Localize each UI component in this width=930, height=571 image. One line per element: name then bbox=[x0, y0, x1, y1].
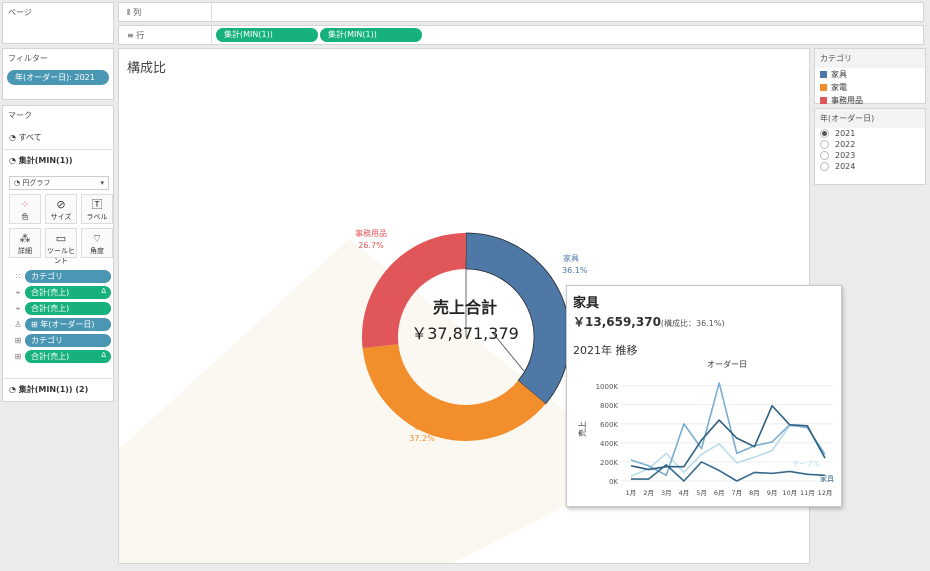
slice-pct-electronics: 37.2% bbox=[409, 434, 435, 443]
filters-title: フィルター bbox=[8, 54, 48, 63]
trend-chart-title: オーダー日 bbox=[707, 359, 747, 369]
rows-shelf[interactable]: ≡ 行 集計(MIN(1)) 集計(MIN(1)) bbox=[118, 25, 924, 45]
radio-selected-icon bbox=[820, 129, 829, 138]
tooltip: 家具 ￥13,659,370(構成比：36.1%) 2021年 推移 オーダー日… bbox=[566, 285, 842, 507]
radio-icon bbox=[820, 140, 829, 149]
marks-layer1-tab[interactable]: ◔ 集計(MIN(1)) bbox=[9, 155, 73, 166]
slice-pct-office: 26.7% bbox=[358, 241, 384, 250]
mark-type-select[interactable]: ◔ 円グラフ ▾ bbox=[9, 176, 109, 190]
label-icon: 🅃 bbox=[91, 198, 103, 211]
x-tick-label: 2月 bbox=[643, 489, 654, 497]
angle-icon: ⌔ bbox=[91, 232, 103, 245]
detail-field-icon: ♙ bbox=[14, 320, 22, 329]
trend-line-chart: オーダー日 売上 0K 200K 400K 600K 800K 1000K 1月 2月 3月 4月… bbox=[577, 359, 834, 497]
color-icon: ⁘ bbox=[20, 198, 30, 211]
year-option-2022[interactable]: 2022 bbox=[815, 139, 925, 150]
year-option-2024[interactable]: 2024 bbox=[815, 161, 925, 172]
trend-series-line-1 bbox=[630, 424, 826, 477]
marks-field-category-tooltip[interactable]: ⊞ カテゴリ bbox=[11, 334, 111, 347]
year-filter-title: 年(オーダー日) bbox=[815, 109, 925, 128]
radio-icon bbox=[820, 151, 829, 160]
x-tick-label: 8月 bbox=[749, 489, 760, 497]
filters-shelf[interactable]: フィルター 年(オーダー日): 2021 bbox=[2, 48, 114, 100]
legend-item-furniture[interactable]: 家具 bbox=[815, 68, 925, 81]
tooltip-field-icon: ⊞ bbox=[14, 336, 22, 345]
slice-label-furniture: 家具 bbox=[563, 253, 579, 263]
marks-all-tab[interactable]: ◔ すべて bbox=[9, 132, 42, 143]
columns-icon: ⦀ bbox=[127, 8, 131, 17]
marks-title: マーク bbox=[8, 111, 32, 120]
tooltip-icon: ▭ bbox=[55, 232, 67, 245]
donut-center-value: ￥37,871,379 bbox=[411, 324, 519, 343]
legend-swatch bbox=[820, 71, 827, 78]
mark-label-button[interactable]: 🅃 ラベル bbox=[81, 194, 113, 224]
series-label-table: テーブル bbox=[792, 459, 820, 468]
mark-color-button[interactable]: ⁘ 色 bbox=[9, 194, 41, 224]
legend-item-office[interactable]: 事務用品 bbox=[815, 94, 925, 107]
y-tick-label: 200K bbox=[600, 459, 618, 467]
legend-swatch bbox=[820, 97, 827, 104]
tooltip-field-icon: ⊞ bbox=[14, 352, 22, 361]
year-option-2021[interactable]: 2021 bbox=[815, 128, 925, 139]
category-legend: カテゴリ 家具 家電 事務用品 bbox=[814, 48, 926, 107]
mark-tooltip-button[interactable]: ▭ ツールヒント bbox=[45, 228, 77, 265]
chevron-down-icon: ▾ bbox=[100, 179, 104, 187]
slice-label-electronics: 家電 bbox=[414, 421, 430, 431]
delta-icon: Δ bbox=[101, 351, 106, 359]
marks-card: マーク ◔ すべて ◔ 集計(MIN(1)) ◔ 円グラフ ▾ ⁘ 色 ⊘ サイズ 🅃… bbox=[2, 105, 114, 402]
donut-center-title: 売上合計 bbox=[433, 298, 497, 317]
y-tick-label: 800K bbox=[600, 402, 618, 410]
x-tick-label: 9月 bbox=[767, 489, 778, 497]
x-tick-label: 10月 bbox=[782, 489, 797, 497]
columns-shelf[interactable]: ⦀ 列 bbox=[118, 2, 924, 22]
marks-layer2-tab[interactable]: ◔ 集計(MIN(1)) (2) bbox=[9, 384, 88, 395]
mark-angle-button[interactable]: ⌔ 角度 bbox=[81, 228, 113, 258]
marks-field-category-color[interactable]: ⁙ カテゴリ bbox=[11, 270, 111, 283]
angle-field-icon: ⌖ bbox=[15, 287, 21, 297]
color-field-icon: ⁙ bbox=[14, 272, 22, 281]
year-option-2023[interactable]: 2023 bbox=[815, 150, 925, 161]
filter-pill-year[interactable]: 年(オーダー日): 2021 bbox=[7, 70, 109, 85]
delta-icon: Δ bbox=[101, 287, 106, 295]
size-icon: ⊘ bbox=[56, 198, 66, 211]
trend-y-axis-title: 売上 bbox=[577, 421, 587, 437]
legend-swatch bbox=[820, 84, 827, 91]
y-tick-label: 1000K bbox=[596, 383, 619, 391]
x-tick-label: 1月 bbox=[626, 489, 637, 497]
mark-detail-button[interactable]: ⁂ 詳細 bbox=[9, 228, 41, 258]
radio-icon bbox=[820, 162, 829, 171]
slice-pct-furniture: 36.1% bbox=[562, 266, 588, 275]
marks-field-year-detail[interactable]: ♙ ⊞ 年(オーダー日) bbox=[11, 318, 111, 331]
pages-shelf-title: ページ bbox=[8, 8, 32, 17]
legend-item-electronics[interactable]: 家電 bbox=[815, 81, 925, 94]
x-tick-label: 3月 bbox=[661, 489, 672, 497]
y-tick-label: 0K bbox=[609, 478, 618, 486]
rows-pill-2[interactable]: 集計(MIN(1)) bbox=[320, 28, 422, 42]
detail-icon: ⁂ bbox=[19, 232, 31, 245]
rows-icon: ≡ bbox=[127, 31, 134, 40]
x-tick-label: 11月 bbox=[800, 489, 815, 497]
marks-field-sales-angle[interactable]: ⌖ 合計(売上) Δ bbox=[11, 286, 111, 299]
x-tick-label: 5月 bbox=[696, 489, 707, 497]
size-field-icon: ⌖ bbox=[15, 303, 21, 313]
marks-field-sales-tooltip[interactable]: ⊞ 合計(売上) Δ bbox=[11, 350, 111, 363]
year-filter: 年(オーダー日) 2021 2022 2023 2024 bbox=[814, 108, 926, 185]
mark-size-button[interactable]: ⊘ サイズ bbox=[45, 194, 77, 224]
columns-shelf-label: ⦀ 列 bbox=[127, 8, 142, 17]
marks-field-sales-size[interactable]: ⌖ 合計(売上) bbox=[11, 302, 111, 315]
rows-shelf-label: ≡ 行 bbox=[127, 31, 145, 40]
rows-pill-1[interactable]: 集計(MIN(1)) bbox=[216, 28, 318, 42]
series-label-furniture: 家具 bbox=[820, 474, 834, 483]
slice-label-office: 事務用品 bbox=[355, 228, 387, 238]
legend-title: カテゴリ bbox=[815, 49, 925, 68]
pages-shelf[interactable]: ページ bbox=[2, 2, 114, 44]
x-tick-label: 4月 bbox=[679, 489, 690, 497]
x-tick-label: 6月 bbox=[714, 489, 725, 497]
y-tick-label: 400K bbox=[600, 440, 618, 448]
x-tick-label: 12月 bbox=[818, 489, 833, 497]
y-tick-label: 600K bbox=[600, 421, 618, 429]
x-tick-label: 7月 bbox=[731, 489, 742, 497]
